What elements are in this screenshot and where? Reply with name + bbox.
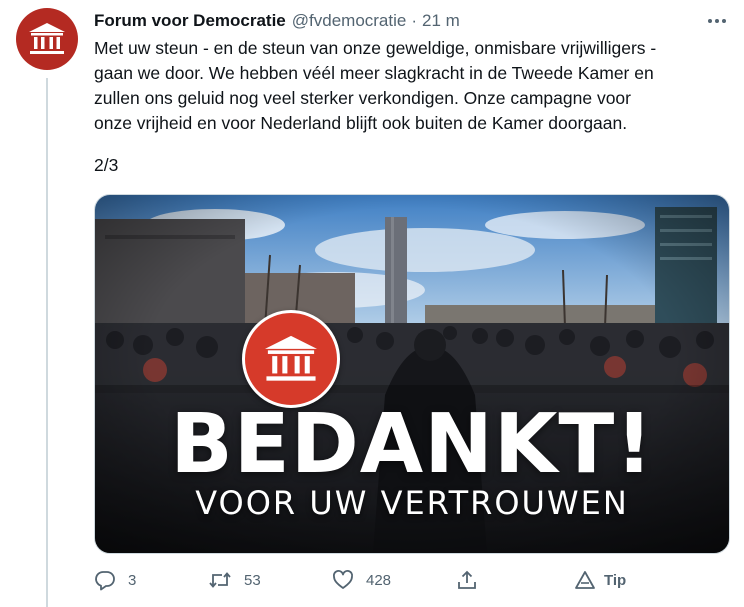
retweet-button[interactable]: 53	[208, 566, 261, 594]
reply-button[interactable]: 3	[94, 566, 136, 594]
tweet-text-line: onze vrijheid en voor Nederland blijft o…	[94, 113, 628, 133]
tip-button[interactable]: Tip	[574, 566, 626, 594]
thread-line	[46, 78, 48, 607]
like-button[interactable]: 428	[332, 566, 391, 594]
avatar[interactable]	[16, 8, 78, 70]
reply-icon	[95, 571, 115, 591]
thread-count: 2/3	[94, 155, 119, 175]
party-badge	[242, 310, 340, 408]
share-icon	[458, 570, 476, 589]
author-handle[interactable]: @fvdemocratie	[292, 11, 407, 31]
tweet-text: Met uw steun - en de steun van onze gewe…	[94, 36, 734, 136]
share-button[interactable]	[456, 566, 490, 594]
retweet-icon	[209, 572, 231, 588]
action-bar: 3 53 428 Tip	[90, 566, 650, 594]
tip-icon	[575, 571, 595, 589]
party-logo-icon	[265, 335, 317, 381]
tweet-header: Forum voor Democratie @fvdemocratie · 21…	[94, 8, 728, 34]
reply-count: 3	[128, 571, 137, 589]
tweet-image[interactable]: BEDANKT! VOOR UW VERTROUWEN	[94, 194, 730, 554]
retweet-count: 53	[244, 571, 261, 589]
tweet-text-line: zullen ons geluid nog veel sterker verko…	[94, 88, 631, 108]
more-button[interactable]	[706, 10, 728, 32]
tweet-text-line: Met uw steun - en de steun van onze gewe…	[94, 38, 657, 58]
separator-dot: ·	[411, 11, 418, 30]
media-headline: BEDANKT!	[170, 397, 654, 492]
more-icon	[708, 19, 726, 23]
media-subline: VOOR UW VERTROUWEN	[195, 484, 629, 522]
tip-label: Tip	[604, 571, 627, 589]
like-icon	[333, 570, 353, 589]
tweet-text-line: gaan we door. We hebben véél meer slagkr…	[94, 63, 654, 83]
like-count: 428	[366, 571, 392, 589]
party-logo-icon	[29, 23, 65, 54]
author-name[interactable]: Forum voor Democratie	[94, 11, 286, 31]
timestamp[interactable]: 21 m	[422, 11, 460, 31]
